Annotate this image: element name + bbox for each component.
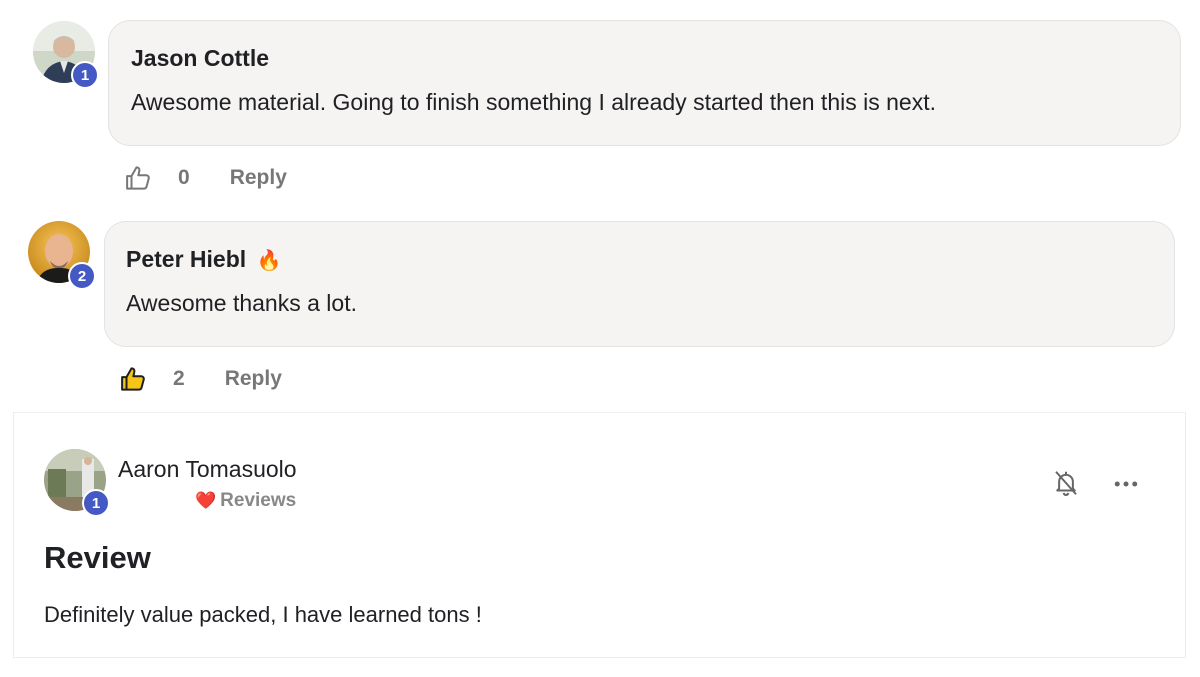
comment-author[interactable]: Peter Hiebl 🔥 <box>126 246 281 273</box>
post-card: 1 Aaron Tomasuolo ❤️ Reviews Review Defi… <box>13 412 1186 658</box>
comment-actions: 0 Reply <box>124 163 287 193</box>
category-label: Reviews <box>220 490 297 511</box>
fire-emoji-icon: 🔥 <box>256 250 282 272</box>
thumbs-up-icon[interactable] <box>119 364 149 394</box>
comment-bubble: Peter Hiebl 🔥 Awesome thanks a lot. <box>104 221 1175 347</box>
reply-button[interactable]: Reply <box>230 166 287 190</box>
post-body: Definitely value packed, I have learned … <box>44 602 482 627</box>
reply-button[interactable]: Reply <box>225 367 282 391</box>
like-count: 2 <box>173 367 185 390</box>
post-title: Review <box>44 540 151 575</box>
level-badge: 1 <box>71 61 99 89</box>
avatar-aaron-tomasuolo[interactable]: 1 <box>44 449 110 517</box>
avatar-peter-hiebl[interactable]: 2 <box>28 221 96 290</box>
avatar-jason-cottle[interactable]: 1 <box>33 21 99 89</box>
comment-text: Awesome thanks a lot. <box>126 290 357 316</box>
more-horizontal-icon[interactable] <box>1111 469 1141 499</box>
comment-actions: 2 Reply <box>119 364 282 394</box>
comment-text: Awesome material. Going to finish someth… <box>131 89 936 115</box>
comment-bubble: Jason Cottle Awesome material. Going to … <box>108 20 1181 146</box>
level-badge: 2 <box>68 262 96 290</box>
bell-off-icon[interactable] <box>1051 468 1081 498</box>
comment-author-name: Peter Hiebl <box>126 246 247 272</box>
comment-author[interactable]: Jason Cottle <box>131 45 269 72</box>
thumbs-up-icon[interactable] <box>124 163 154 193</box>
like-count: 0 <box>178 166 190 189</box>
level-badge: 1 <box>82 489 110 517</box>
post-category[interactable]: ❤️ Reviews <box>195 490 296 512</box>
post-author[interactable]: Aaron Tomasuolo <box>118 456 297 483</box>
heart-icon: ❤️ <box>195 491 217 510</box>
